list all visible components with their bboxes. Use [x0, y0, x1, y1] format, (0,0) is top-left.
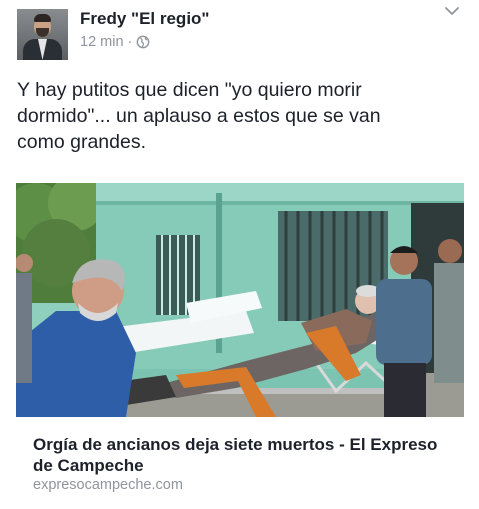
author-name[interactable]: Fredy "El regio"	[80, 9, 209, 29]
link-title[interactable]: Orgía de ancianos deja siete muertos - E…	[33, 434, 453, 476]
link-domain: expresocampeche.com	[33, 477, 183, 493]
post-meta: 12 min ·	[80, 34, 150, 50]
news-photo	[16, 183, 464, 417]
meta-separator: ·	[127, 34, 133, 50]
link-preview-image[interactable]	[16, 183, 464, 417]
link-preview-card[interactable]: Orgía de ancianos deja siete muertos - E…	[16, 183, 464, 509]
post-text: Y hay putitos que dicen "yo quiero morir…	[17, 79, 381, 153]
post-header: Fredy "El regio" 12 min ·	[0, 0, 479, 62]
link-preview-body[interactable]: Orgía de ancianos deja siete muertos - E…	[16, 417, 464, 509]
avatar[interactable]	[17, 9, 68, 60]
globe-icon	[136, 35, 150, 49]
chevron-down-icon[interactable]	[441, 0, 463, 22]
post-timestamp[interactable]: 12 min	[80, 34, 124, 50]
